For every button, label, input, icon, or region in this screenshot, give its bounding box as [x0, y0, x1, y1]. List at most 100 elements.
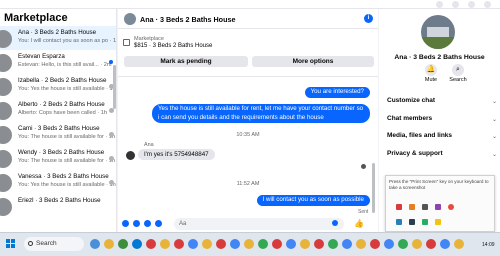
conversation-item[interactable]: Izabella · 2 Beds 2 Baths House You: Yes … — [0, 74, 116, 98]
notifications-icon[interactable] — [468, 1, 475, 8]
clock: 14:09 — [482, 242, 495, 248]
marketplace-label: Marketplace — [134, 36, 164, 42]
taskbar-app-icon[interactable] — [314, 239, 324, 249]
message-timestamp: 11:52 AM — [236, 181, 260, 187]
chat-scrollbar[interactable] — [372, 163, 375, 213]
app-icon[interactable] — [422, 219, 428, 225]
app-icon[interactable] — [435, 219, 441, 225]
snippet-text: Estevan: Hello, is this still avail... — [18, 62, 99, 68]
avatar — [0, 126, 12, 144]
taskbar-app-icon[interactable] — [90, 239, 100, 249]
taskbar-app-icon[interactable] — [440, 239, 450, 249]
conversation-item[interactable]: Wendy · 3 Beds 2 Baths House You: The hou… — [0, 146, 116, 170]
bell-icon: 🔔 — [425, 64, 437, 76]
customize-chat-item[interactable]: Customize chat — [387, 97, 435, 104]
mark-pending-button[interactable]: Mark as pending — [124, 56, 248, 67]
taskbar-app-icon[interactable] — [132, 239, 142, 249]
conversation-snippet: You: The house is still available for · … — [18, 133, 115, 141]
conversation-time: 1h — [100, 110, 107, 116]
taskbar-app-icon[interactable] — [258, 239, 268, 249]
taskbar-app-icon[interactable] — [286, 239, 296, 249]
messenger-icon[interactable] — [452, 1, 459, 8]
conversation-snippet: Alberto: Cops have been called · 1h — [18, 109, 112, 117]
conversation-snippet: You: Yes the house is still available · … — [18, 181, 116, 189]
privacy-support-item[interactable]: Privacy & support — [387, 150, 443, 157]
taskbar-app-icon[interactable] — [244, 239, 254, 249]
emoji-icon[interactable] — [332, 220, 338, 226]
app-icon[interactable] — [396, 204, 402, 210]
conversation-item[interactable]: Vanessa · 3 Beds 2 Baths House You: Yes t… — [0, 170, 116, 194]
menu-icon[interactable] — [436, 1, 443, 8]
conversation-name: Vanessa · 3 Beds 2 Baths House — [18, 173, 109, 180]
message-outgoing: I will contact you as soon as possible — [256, 195, 370, 206]
taskbar-app-icon[interactable] — [328, 239, 338, 249]
listing-title[interactable]: $815 · 3 Beds 2 Baths House — [134, 43, 212, 49]
taskbar-app-icon[interactable] — [398, 239, 408, 249]
taskbar-app-icon[interactable] — [300, 239, 310, 249]
conversation-item[interactable]: Estevan Esparza Estevan: Hello, is this s… — [0, 50, 116, 74]
app-icon[interactable] — [448, 204, 454, 210]
conversation-time: · 1m — [109, 38, 117, 44]
conversation-item[interactable]: Cami · 3 Beds 2 Baths House You: The hous… — [0, 122, 116, 146]
taskbar-app-icon[interactable] — [202, 239, 212, 249]
message-input[interactable]: Aa — [174, 218, 344, 230]
screenshot-tip-popup: Press the "Print Screen" key on your key… — [385, 175, 495, 232]
app-icon[interactable] — [396, 219, 402, 225]
chat-avatar[interactable] — [124, 13, 136, 25]
taskbar-search[interactable]: Search — [24, 237, 84, 251]
top-bar — [0, 0, 500, 9]
sticker-icon[interactable] — [144, 220, 151, 227]
taskbar-app-icon[interactable] — [216, 239, 226, 249]
taskbar-app-icon[interactable] — [454, 239, 464, 249]
taskbar-app-icon[interactable] — [188, 239, 198, 249]
popup-message: Press the "Print Screen" key on your key… — [389, 179, 489, 190]
taskbar-app-icon[interactable] — [426, 239, 436, 249]
app-icon[interactable] — [435, 204, 441, 210]
message-composer: Aa 👍 — [118, 216, 378, 232]
taskbar-app-icon[interactable] — [160, 239, 170, 249]
taskbar-app-icon[interactable] — [104, 239, 114, 249]
info-icon[interactable]: i — [364, 14, 373, 23]
chat-members-item[interactable]: Chat members — [387, 115, 432, 122]
taskbar-app-icon[interactable] — [342, 239, 352, 249]
avatar — [0, 78, 12, 96]
taskbar-app-icon[interactable] — [384, 239, 394, 249]
plus-icon[interactable] — [122, 220, 129, 227]
sidebar-scrollbar[interactable] — [113, 65, 116, 109]
taskbar-app-icon[interactable] — [146, 239, 156, 249]
search-button[interactable]: ⌕ Search — [443, 64, 473, 83]
conversation-item[interactable]: Ana · 3 Beds 2 Baths House You: I will co… — [0, 26, 116, 50]
app-icon[interactable] — [409, 219, 415, 225]
taskbar-app-icon[interactable] — [118, 239, 128, 249]
conversation-name: Estevan Esparza — [18, 53, 65, 60]
read-avatar — [109, 180, 114, 185]
taskbar-app-icon[interactable] — [370, 239, 380, 249]
conversation-item[interactable]: Alberto · 2 Beds 2 Baths House Alberto: C… — [0, 98, 116, 122]
chevron-down-icon: ⌄ — [491, 134, 497, 140]
taskbar-app-icon[interactable] — [174, 239, 184, 249]
taskbar-app-icon[interactable] — [230, 239, 240, 249]
media-files-links-item[interactable]: Media, files and links — [387, 132, 452, 139]
conversation-snippet: Estevan: Hello, is this still avail... ·… — [18, 61, 112, 69]
conversation-snippet: You: I will contact you as soon as po · … — [18, 37, 116, 45]
conversation-name: Ana · 3 Beds 2 Baths House — [18, 29, 97, 36]
image-icon[interactable] — [133, 220, 140, 227]
account-icon[interactable] — [484, 1, 491, 8]
chat-panel: Ana · 3 Beds 2 Baths House i Marketplace… — [118, 9, 378, 232]
taskbar-app-icon[interactable] — [356, 239, 366, 249]
mute-label: Mute — [424, 77, 438, 83]
gif-icon[interactable] — [155, 220, 162, 227]
windows-start-icon[interactable] — [6, 239, 16, 249]
like-icon[interactable]: 👍 — [354, 219, 364, 228]
taskbar-app-icon[interactable] — [412, 239, 422, 249]
avatar — [0, 30, 12, 48]
conversation-list: Ana · 3 Beds 2 Baths House You: I will co… — [0, 26, 116, 218]
taskbar-app-icon[interactable] — [272, 239, 282, 249]
chat-title[interactable]: Ana · 3 Beds 2 Baths House — [140, 15, 235, 24]
more-options-button[interactable]: More options — [252, 56, 374, 67]
mute-button[interactable]: 🔔 Mute — [416, 64, 446, 83]
app-icon[interactable] — [409, 204, 415, 210]
app-icon[interactable] — [422, 204, 428, 210]
snippet-text: You: Yes the house is still available · — [18, 86, 108, 92]
conversation-item[interactable]: Eriezl · 3 Beds 2 Baths House — [0, 194, 116, 218]
